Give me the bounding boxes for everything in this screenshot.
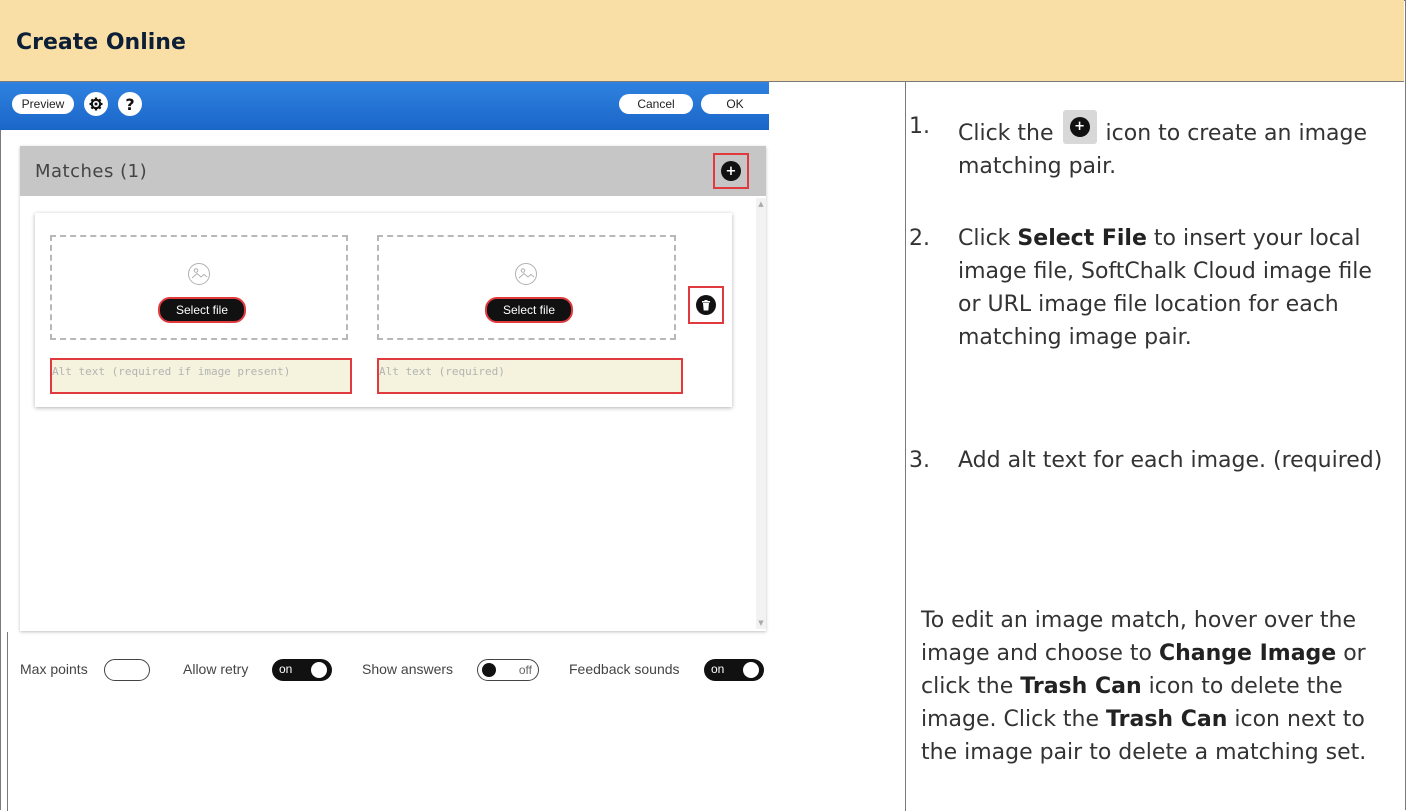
step2-bold: Select File	[1017, 226, 1147, 251]
image-placeholder-graphic	[191, 268, 208, 279]
add-icon[interactable]: +	[721, 161, 741, 181]
step-number: 2.	[909, 226, 930, 251]
toggle-knob	[743, 662, 759, 678]
note-bold-2: Trash Can	[1020, 674, 1142, 699]
edit-note: To edit an image match, hover over the i…	[921, 604, 1401, 769]
image-placeholder-icon	[188, 263, 210, 285]
step-text: Add alt text for each image. (required)	[958, 448, 1383, 473]
instructions-panel: 1. Click the + icon to create an image m…	[906, 82, 1402, 811]
note-bold-3: Trash Can	[1106, 707, 1228, 732]
preview-button[interactable]: Preview	[12, 94, 74, 114]
show-answers-label: Show answers	[362, 661, 454, 677]
matches-editor: Matches (1) + ▲ ▼ Select file Select fil…	[20, 146, 766, 631]
toggle-knob	[311, 662, 327, 678]
plus-icon: +	[1069, 117, 1090, 137]
add-match-highlight: +	[713, 153, 749, 189]
image-placeholder-graphic	[518, 268, 535, 279]
left-rule	[7, 632, 8, 811]
scroll-up-icon[interactable]: ▲	[756, 200, 766, 208]
image-placeholder-icon	[515, 263, 537, 285]
allow-retry-label: Allow retry	[183, 661, 249, 677]
step-number: 3.	[909, 448, 930, 473]
max-points-input[interactable]	[104, 659, 150, 681]
feedback-sounds-toggle[interactable]: on	[704, 659, 764, 681]
cancel-button[interactable]: Cancel	[619, 94, 693, 114]
page-title: Create Online	[16, 30, 186, 55]
matches-title: Matches (1)	[35, 161, 148, 182]
gear-icon[interactable]	[84, 92, 108, 116]
feedback-sounds-label: Feedback sounds	[569, 661, 680, 677]
match-pair-card: Select file Select file Alt text (requir…	[35, 213, 732, 407]
toolbar: Preview ? Cancel OK	[0, 82, 769, 130]
delete-pair-highlight	[688, 286, 724, 324]
step-text: Click the + icon to create an image matc…	[958, 110, 1398, 183]
step2-pre: Click	[958, 226, 1011, 251]
left-image-dropzone[interactable]: Select file	[50, 235, 348, 340]
allow-retry-state: on	[279, 662, 293, 676]
max-points-label: Max points	[20, 661, 88, 677]
show-answers-state: off	[518, 663, 532, 677]
add-icon-illustration: +	[1062, 110, 1097, 144]
step1-pre: Click the	[958, 121, 1054, 146]
right-image-dropzone[interactable]: Select file	[377, 235, 676, 340]
ok-button[interactable]: OK	[701, 94, 769, 114]
show-answers-toggle[interactable]: off	[477, 659, 539, 681]
toggle-knob	[482, 663, 496, 677]
left-alt-text-input[interactable]: Alt text (required if image present)	[50, 358, 352, 394]
scrollbar[interactable]: ▲ ▼	[756, 198, 766, 629]
scroll-down-icon[interactable]: ▼	[756, 619, 766, 627]
right-alt-text-input[interactable]: Alt text (required)	[377, 358, 683, 394]
select-file-button[interactable]: Select file	[485, 297, 573, 323]
trash-icon-graphic	[702, 299, 710, 310]
step-text: Click Select File to insert your local i…	[958, 222, 1398, 354]
header: Create Online	[0, 0, 1404, 82]
feedback-sounds-state: on	[711, 662, 725, 676]
step-number: 1.	[909, 114, 930, 139]
gear-icon-graphic	[89, 97, 103, 111]
help-button[interactable]: ?	[118, 92, 142, 116]
select-file-button[interactable]: Select file	[158, 297, 246, 323]
matches-header: Matches (1) +	[20, 146, 766, 196]
trash-icon[interactable]	[696, 295, 716, 315]
note-bold-1: Change Image	[1158, 641, 1337, 666]
allow-retry-toggle[interactable]: on	[272, 659, 332, 681]
